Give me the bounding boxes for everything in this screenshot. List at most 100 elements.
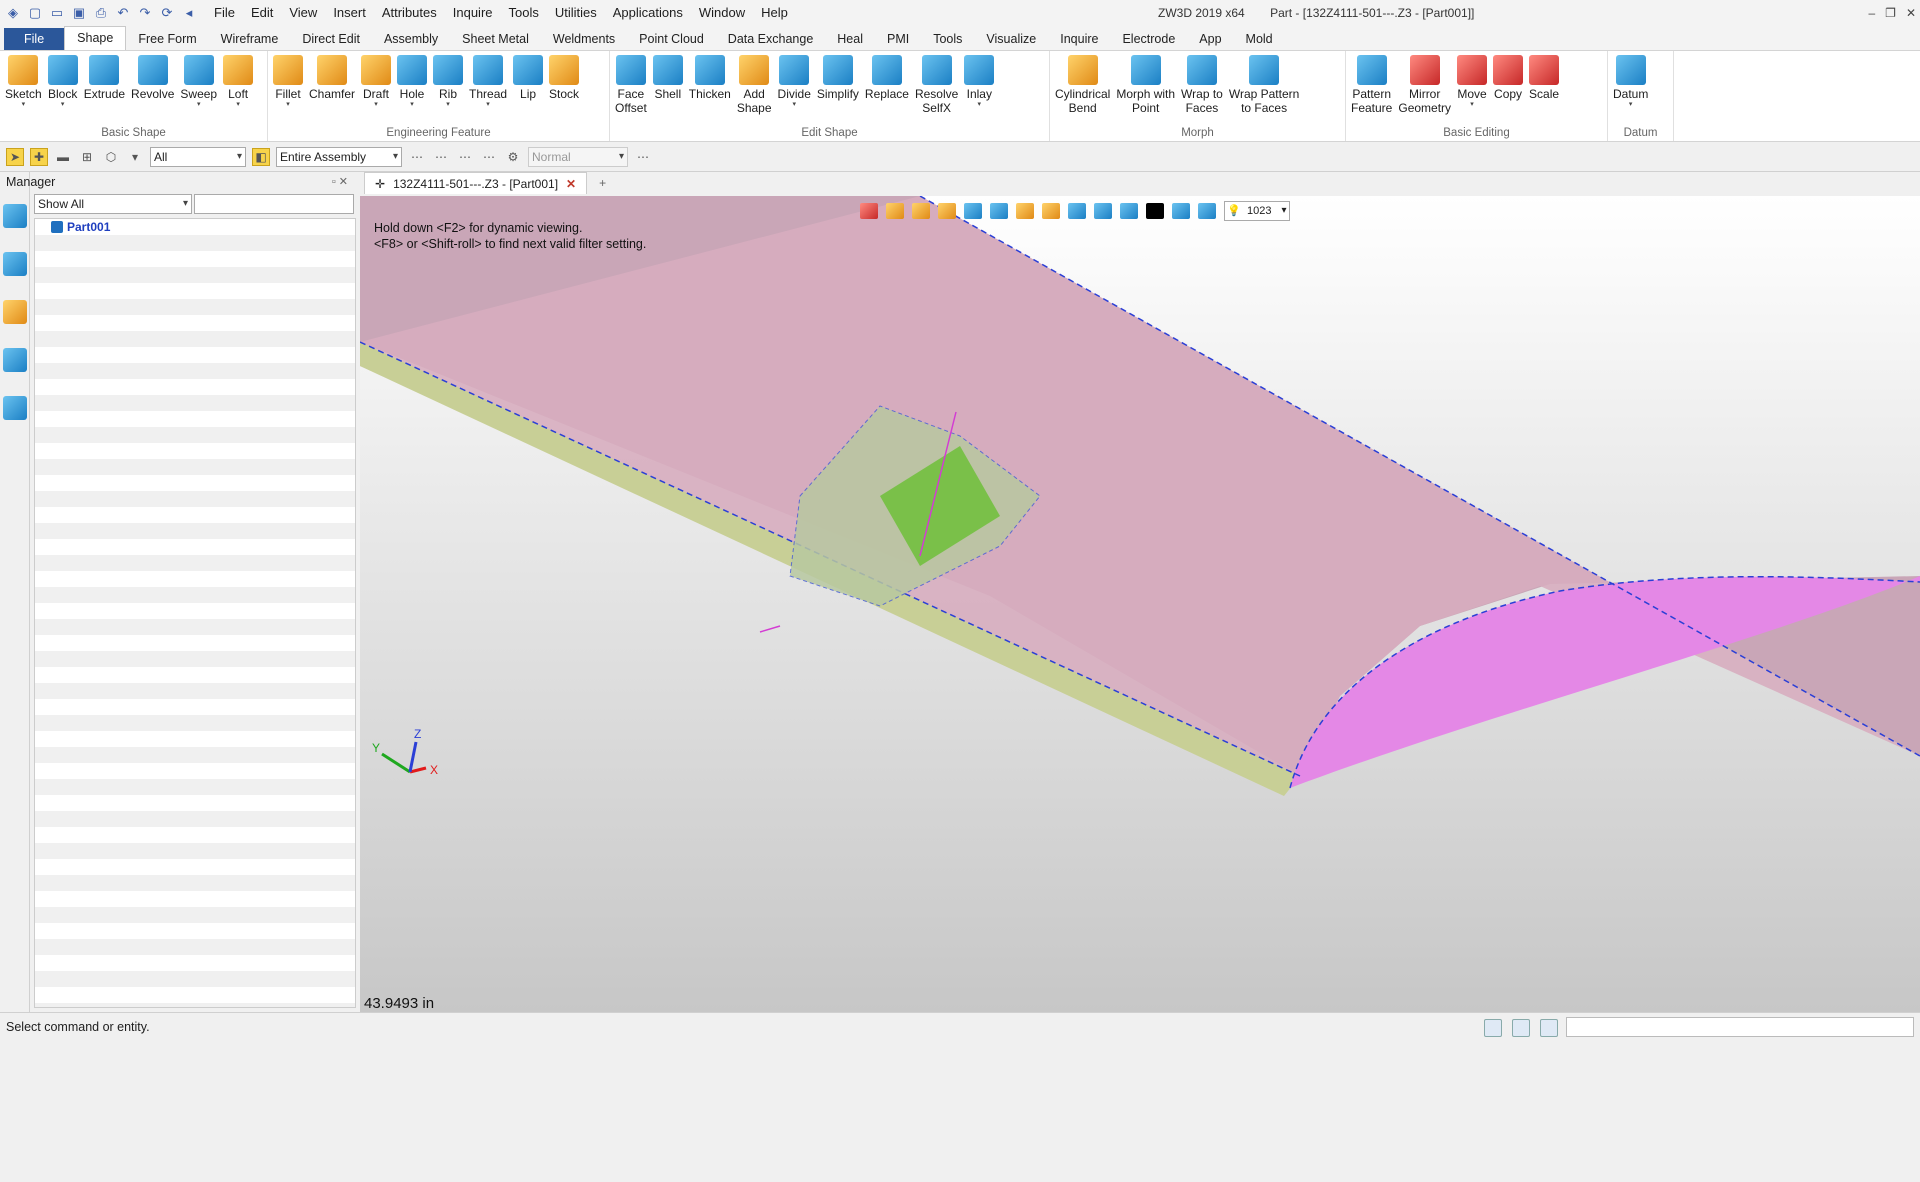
wing-skin-face bbox=[360, 196, 1920, 776]
y-axis-label: Y bbox=[372, 741, 380, 755]
thicken-icon bbox=[694, 55, 725, 85]
z-axis-label: Z bbox=[414, 727, 421, 741]
thread-icon bbox=[473, 55, 504, 85]
x-axis-line bbox=[409, 766, 427, 774]
save-icon[interactable]: ▣ bbox=[70, 4, 88, 22]
pencil-icon[interactable] bbox=[912, 203, 930, 219]
exit-view-icon[interactable] bbox=[860, 203, 878, 219]
tab-weldments[interactable]: Weldments bbox=[541, 28, 627, 50]
tab-data-exchange[interactable]: Data Exchange bbox=[716, 28, 825, 50]
disabled-tool-icon: ⋯ bbox=[435, 149, 447, 164]
group-label: Datum bbox=[1623, 127, 1658, 139]
new-tab-icon[interactable]: + bbox=[599, 176, 606, 190]
view-cube-icon[interactable] bbox=[964, 203, 982, 219]
tab-point-cloud[interactable]: Point Cloud bbox=[627, 28, 716, 50]
app-name: ZW3D 2019 x64 bbox=[1158, 6, 1245, 20]
tab-file[interactable]: File bbox=[4, 28, 65, 50]
add-pick-icon[interactable]: ✚ bbox=[30, 147, 48, 166]
tab-visualize[interactable]: Visualize bbox=[974, 28, 1048, 50]
menu-utilities[interactable]: Utilities bbox=[547, 0, 605, 26]
view-orientation-icon[interactable] bbox=[990, 203, 1008, 219]
menu-window[interactable]: Window bbox=[691, 0, 753, 26]
background-icon[interactable] bbox=[1120, 203, 1138, 219]
document-title: Part - [132Z4111-501---.Z3 - [Part001]] bbox=[1270, 6, 1475, 20]
close-icon[interactable]: ✕ bbox=[1906, 0, 1916, 26]
tab-sheet-metal[interactable]: Sheet Metal bbox=[450, 28, 541, 50]
menu-insert[interactable]: Insert bbox=[325, 0, 374, 26]
tab-inquire[interactable]: Inquire bbox=[1048, 28, 1110, 50]
tab-free-form[interactable]: Free Form bbox=[126, 28, 208, 50]
sweep-icon bbox=[183, 55, 214, 85]
menu-tools[interactable]: Tools bbox=[501, 0, 547, 26]
visual-style-icon[interactable] bbox=[1198, 203, 1216, 219]
light-count-dropdown[interactable]: 1023 bbox=[1224, 201, 1291, 221]
menu-file[interactable]: File bbox=[206, 0, 243, 26]
plane-icon[interactable] bbox=[1172, 203, 1190, 219]
section-icon[interactable] bbox=[1094, 203, 1112, 219]
remove-pick-icon[interactable]: ▬ bbox=[54, 148, 72, 166]
shading-icon[interactable] bbox=[1016, 203, 1034, 219]
loft-icon bbox=[223, 55, 254, 85]
list-icon[interactable] bbox=[1540, 1019, 1558, 1037]
undo-icon[interactable]: ↶ bbox=[114, 4, 132, 22]
panel-pin-close-icon[interactable]: ▫ ✕ bbox=[332, 172, 348, 192]
input-mode-icon[interactable] bbox=[1484, 1019, 1502, 1037]
menu-applications[interactable]: Applications bbox=[605, 0, 691, 26]
tab-app[interactable]: App bbox=[1187, 28, 1233, 50]
menu-help[interactable]: Help bbox=[753, 0, 796, 26]
pick-select-icon[interactable]: ➤ bbox=[6, 147, 24, 166]
tab-pmi[interactable]: PMI bbox=[875, 28, 921, 50]
quick-access-toolbar: ◈ ▢ ▭ ▣ ⎙ ↶ ↷ ⟳ ◂ bbox=[0, 4, 198, 22]
pick-filter-icon[interactable]: ⊞ bbox=[78, 148, 96, 166]
magenta-stub bbox=[759, 625, 781, 633]
disabled-tool-icon: ⋯ bbox=[411, 149, 423, 164]
new-file-icon[interactable]: ▢ bbox=[26, 4, 44, 22]
tab-shape[interactable]: Shape bbox=[64, 26, 127, 50]
3d-viewport[interactable]: X Y Z Hold down <F2> for dynamic viewing… bbox=[360, 196, 1920, 1012]
tab-heal[interactable]: Heal bbox=[825, 28, 875, 50]
layer-icon[interactable] bbox=[938, 203, 956, 219]
tab-tools[interactable]: Tools bbox=[921, 28, 974, 50]
selection-shape-icon[interactable]: ⬡ bbox=[102, 148, 120, 166]
document-tab[interactable]: ✛ 132Z4111-501---.Z3 - [Part001] ✕ bbox=[364, 172, 588, 195]
tree-item-part[interactable]: Part001 bbox=[35, 219, 355, 235]
tab-direct-edit[interactable]: Direct Edit bbox=[290, 28, 372, 50]
redo-icon[interactable]: ↷ bbox=[136, 4, 154, 22]
refresh-icon[interactable]: ⟳ bbox=[158, 4, 176, 22]
assembly-scope-dropdown[interactable]: Entire Assembly bbox=[276, 146, 402, 167]
window-title: ZW3D 2019 x64 Part - [132Z4111-501---.Z3… bbox=[1158, 0, 1474, 26]
menu-view[interactable]: View bbox=[281, 0, 325, 26]
add-shape-icon bbox=[739, 55, 770, 85]
menu-edit[interactable]: Edit bbox=[243, 0, 281, 26]
tab-electrode[interactable]: Electrode bbox=[1110, 28, 1187, 50]
manager-panel: Manager ▫ ✕ Show All Part001 bbox=[0, 172, 356, 1012]
restore-icon[interactable]: ❐ bbox=[1885, 0, 1896, 26]
display-filter-icon[interactable] bbox=[1042, 203, 1060, 219]
back-arrow-icon[interactable]: ◂ bbox=[180, 4, 198, 22]
tab-assembly[interactable]: Assembly bbox=[372, 28, 450, 50]
mode-dropdown[interactable]: Normal bbox=[528, 146, 628, 167]
print-icon[interactable]: ⎙ bbox=[92, 4, 110, 22]
part-icon bbox=[51, 221, 63, 233]
manager-search-input[interactable] bbox=[194, 194, 354, 214]
tab-wireframe[interactable]: Wireframe bbox=[209, 28, 291, 50]
menu-inquire[interactable]: Inquire bbox=[445, 0, 501, 26]
color-swatch-icon[interactable] bbox=[1146, 203, 1164, 219]
screen-icon[interactable] bbox=[1512, 1019, 1530, 1037]
pattern-feature-icon bbox=[1356, 55, 1387, 85]
close-tab-icon[interactable]: ✕ bbox=[566, 173, 576, 195]
zoom-fit-icon[interactable] bbox=[1068, 203, 1086, 219]
menu-attributes[interactable]: Attributes bbox=[374, 0, 445, 26]
filter-dropdown[interactable]: All bbox=[150, 146, 246, 167]
disabled-tool-icon: ⋯ bbox=[483, 149, 495, 164]
command-input[interactable] bbox=[1566, 1017, 1914, 1037]
minimize-icon[interactable]: – bbox=[1868, 0, 1875, 26]
open-folder-icon[interactable]: ▭ bbox=[48, 4, 66, 22]
tab-pin-icon: ✛ bbox=[375, 176, 386, 191]
render-mode-icon[interactable] bbox=[886, 203, 904, 219]
tab-mold[interactable]: Mold bbox=[1234, 28, 1285, 50]
show-filter-dropdown[interactable]: Show All bbox=[34, 194, 192, 214]
chamfer-icon bbox=[317, 55, 347, 85]
filter-funnel-icon[interactable]: ▾ bbox=[126, 148, 144, 166]
morph-with-point-icon bbox=[1130, 55, 1161, 85]
